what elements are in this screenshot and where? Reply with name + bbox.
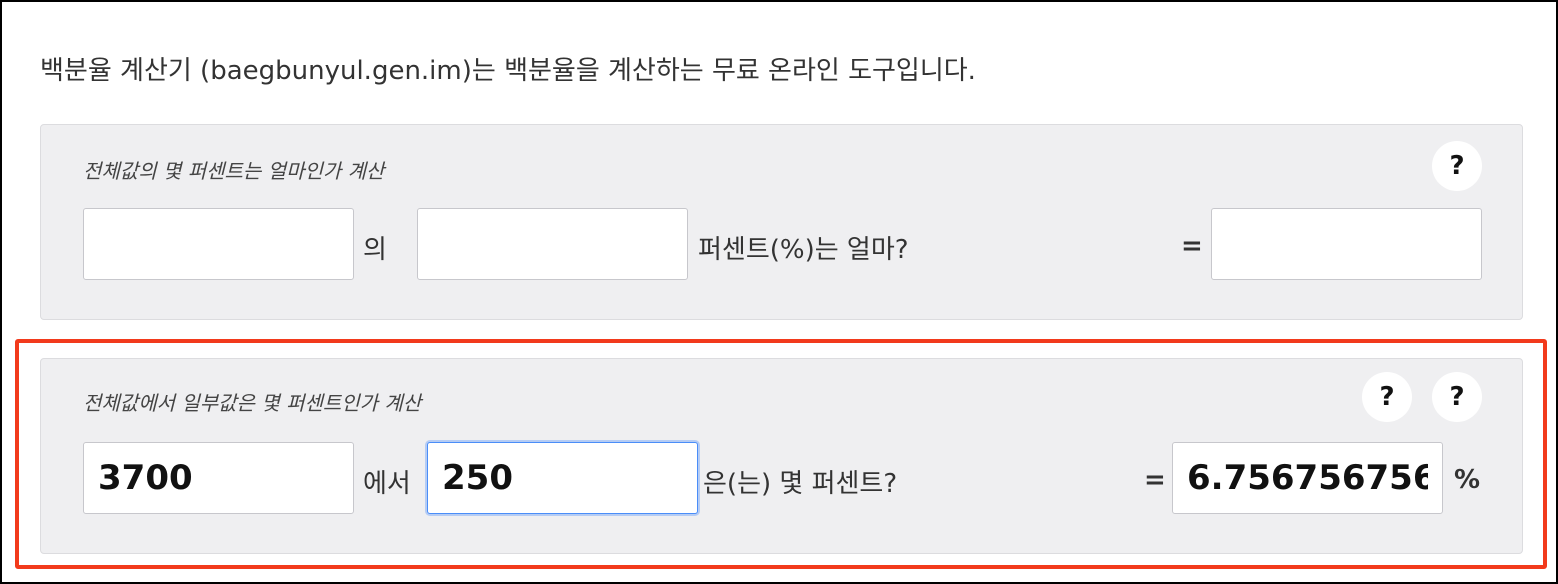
- part-value-input[interactable]: [427, 442, 698, 514]
- connector-label: 의: [363, 235, 387, 265]
- equals-sign: =: [1144, 465, 1166, 495]
- result-field[interactable]: [1172, 442, 1443, 514]
- calculator-percent-of-total: 전체값의 몇 퍼센트는 얼마인가 계산 ? 의 퍼센트(%)는 얼마? =: [40, 124, 1523, 320]
- help-button-1[interactable]: ?: [1362, 372, 1412, 422]
- question-label: 은(는) 몇 퍼센트?: [703, 469, 898, 499]
- percent-input[interactable]: [417, 208, 688, 280]
- calculator-part-percent-of-total: 전체값에서 일부값은 몇 퍼센트인가 계산 ? ? 에서 은(는) 몇 퍼센트?…: [40, 358, 1523, 554]
- total-value-input[interactable]: [83, 208, 354, 280]
- question-label: 퍼센트(%)는 얼마?: [698, 235, 909, 265]
- percent-unit-label: %: [1454, 465, 1481, 495]
- connector-label: 에서: [363, 469, 411, 499]
- equals-sign: =: [1181, 231, 1203, 261]
- help-button-2[interactable]: ?: [1432, 372, 1482, 422]
- result-field[interactable]: [1211, 208, 1482, 280]
- intro-text: 백분율 계산기 (baegbunyul.gen.im)는 백분율을 계산하는 무…: [40, 56, 976, 86]
- calculator-title: 전체값의 몇 퍼센트는 얼마인가 계산: [83, 159, 385, 183]
- total-value-input[interactable]: [83, 442, 354, 514]
- help-button[interactable]: ?: [1432, 141, 1482, 191]
- calculator-title: 전체값에서 일부값은 몇 퍼센트인가 계산: [83, 391, 422, 415]
